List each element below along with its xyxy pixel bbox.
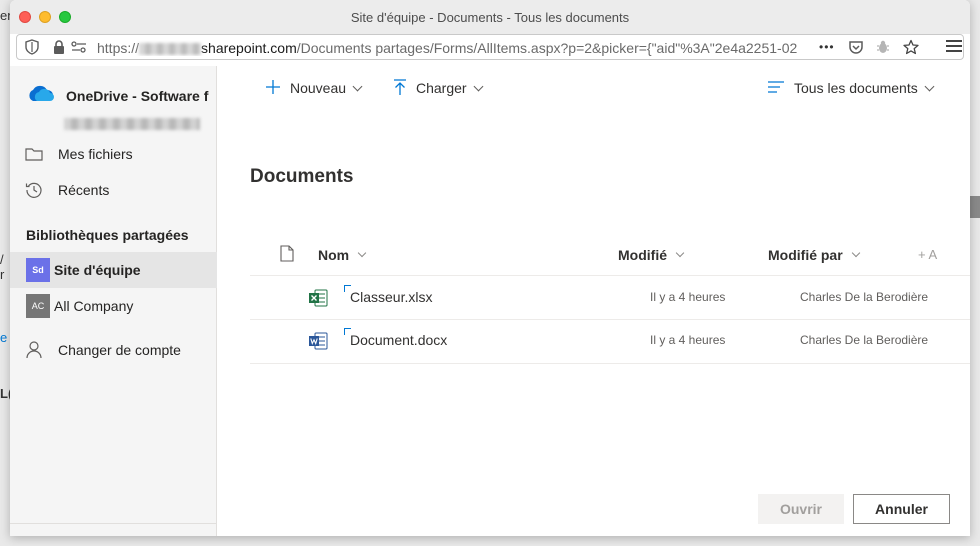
account-email-redacted — [64, 118, 200, 130]
picker-content: OneDrive - Software f Mes fichiers Récen… — [10, 66, 970, 536]
main-pane: Nouveau Charger Tous les documents Docum… — [218, 66, 970, 536]
url-text[interactable]: https:// sharepoint.com/Documents partage… — [97, 40, 817, 56]
library-badge: AC — [26, 294, 50, 318]
view-selector[interactable]: Tous les documents — [768, 78, 935, 98]
cancel-button[interactable]: Annuler — [853, 494, 950, 524]
onedrive-cloud-icon — [26, 84, 54, 107]
column-modified-by[interactable]: Modifié par — [768, 247, 860, 263]
column-modified[interactable]: Modifié — [618, 247, 685, 263]
background-text-fragment: en — [0, 8, 10, 23]
pocket-icon[interactable] — [848, 39, 864, 55]
page-actions-button[interactable]: ••• — [819, 39, 835, 55]
column-label: Modifié par — [768, 247, 843, 263]
column-label: Nom — [318, 247, 350, 263]
sidebar-item-label: Changer de compte — [58, 342, 181, 358]
extension-bug-icon[interactable] — [875, 39, 891, 55]
library-badge: Sd — [26, 258, 50, 282]
background-text-fragment: e — [0, 330, 8, 345]
library-all-company[interactable]: AC All Company — [10, 288, 217, 324]
page-title: Documents — [250, 166, 354, 187]
window-title: Site d'équipe - Documents - Tous les doc… — [350, 10, 630, 25]
sidebar-item-label: Mes fichiers — [58, 146, 133, 162]
chevron-down-icon — [473, 81, 484, 91]
column-label: Modifié — [618, 247, 667, 263]
tracking-shield-icon[interactable] — [25, 39, 39, 55]
open-button[interactable]: Ouvrir — [758, 494, 844, 524]
modified-date: Il y a 4 heures — [650, 290, 726, 304]
history-icon — [10, 181, 58, 199]
folder-icon — [10, 147, 58, 161]
sidebar-item-label: Récents — [58, 182, 110, 198]
picker-window: Site d'équipe - Documents - Tous les doc… — [10, 0, 970, 536]
shared-libraries-heading: Bibliothèques partagées — [26, 227, 189, 243]
url-bar[interactable]: https:// sharepoint.com/Documents partage… — [16, 34, 964, 60]
url-prefix: https:// — [97, 40, 140, 56]
file-name[interactable]: Document.docx — [350, 332, 447, 348]
modified-by: Charles De la Berodière — [800, 333, 929, 347]
chevron-down-icon — [675, 248, 685, 258]
modified-by: Charles De la Berodière — [800, 290, 929, 304]
library-label: Site d'équipe — [54, 262, 141, 278]
chevron-down-icon — [924, 81, 935, 91]
plus-icon — [266, 79, 280, 97]
library-label: All Company — [54, 298, 134, 314]
brand-name: OneDrive - Software f — [66, 87, 209, 104]
upload-label: Charger — [416, 80, 467, 96]
column-name[interactable]: Nom — [318, 247, 367, 263]
document-icon — [280, 245, 294, 265]
url-host: sharepoint.com — [201, 40, 297, 56]
background-text-fragment: L( — [0, 386, 10, 401]
person-icon — [10, 341, 58, 359]
bookmark-star-icon[interactable] — [903, 39, 919, 55]
view-list-icon — [768, 80, 784, 96]
table-row[interactable]: Classeur.xlsx Il y a 4 heures Charles De… — [250, 277, 970, 320]
table-row[interactable]: Document.docx Il y a 4 heures Charles De… — [250, 320, 970, 364]
upload-arrow-icon — [394, 78, 406, 98]
sidebar: OneDrive - Software f Mes fichiers Récen… — [10, 66, 217, 536]
add-column-button[interactable]: + A — [918, 247, 937, 262]
switch-account-button[interactable]: Changer de compte — [10, 332, 217, 368]
new-button[interactable]: Nouveau — [266, 78, 363, 98]
view-label: Tous les documents — [794, 80, 918, 96]
modified-date: Il y a 4 heures — [650, 333, 726, 347]
brand: OneDrive - Software f — [26, 84, 216, 107]
chevron-down-icon — [357, 248, 367, 258]
sidebar-item-my-files[interactable]: Mes fichiers — [10, 136, 217, 172]
url-redacted — [139, 43, 202, 56]
chevron-down-icon — [352, 81, 363, 91]
upload-button[interactable]: Charger — [394, 78, 484, 98]
list-header: Nom Modifié Modifié par + A — [250, 236, 970, 276]
sidebar-divider — [10, 523, 217, 524]
chevron-down-icon — [851, 248, 860, 258]
permissions-icon[interactable] — [71, 39, 87, 55]
file-name[interactable]: Classeur.xlsx — [350, 289, 432, 305]
excel-file-icon — [308, 289, 328, 310]
word-file-icon — [308, 332, 328, 353]
add-column-label: + A — [918, 247, 938, 262]
sidebar-item-recent[interactable]: Récents — [10, 172, 217, 208]
hamburger-menu-icon[interactable] — [946, 40, 962, 54]
background-text-fragment: / r — [0, 252, 5, 282]
lock-icon[interactable] — [53, 39, 65, 55]
library-site-equipe[interactable]: Sd Site d'équipe — [10, 252, 217, 288]
url-path: /Documents partages/Forms/AllItems.aspx?… — [296, 40, 798, 56]
new-label: Nouveau — [290, 80, 347, 96]
title-bar: Site d'équipe - Documents - Tous les doc… — [10, 0, 970, 34]
file-type-column[interactable] — [280, 245, 294, 265]
